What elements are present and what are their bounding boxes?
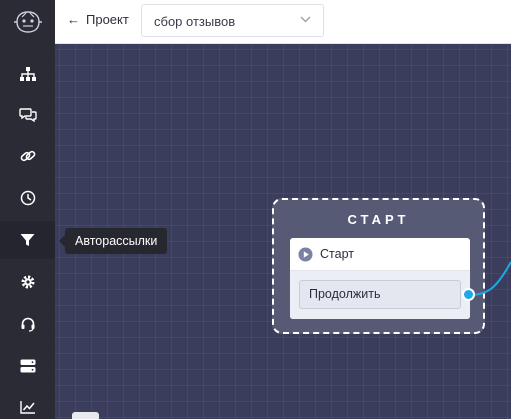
output-port[interactable] (462, 288, 475, 301)
project-select[interactable]: сбор отзывов (141, 4, 324, 37)
robot-logo-icon (13, 11, 42, 33)
sidebar-item-settings[interactable] (0, 263, 55, 301)
sidebar-tooltip: Авторассылки (58, 228, 168, 254)
start-block-title: СТАРТ (347, 212, 410, 227)
sidebar-item-chats[interactable] (0, 96, 55, 134)
chart-line-icon (19, 401, 35, 414)
project-select-value: сбор отзывов (154, 14, 236, 29)
start-node-label: Старт (320, 247, 354, 261)
sidebar-item-structure[interactable] (0, 55, 55, 93)
headset-icon (21, 317, 34, 332)
gear-icon (21, 275, 34, 289)
continue-button[interactable]: Продолжить (299, 280, 461, 309)
back-label: Проект (86, 12, 129, 27)
top-bar: ← Проект сбор отзывов (55, 0, 511, 44)
start-node-body: Продолжить (290, 271, 470, 319)
start-node-header: Старт (290, 238, 470, 271)
sidebar-item-support[interactable] (0, 305, 55, 343)
back-to-project-link[interactable]: ← Проект (67, 12, 129, 27)
filter-icon (20, 234, 35, 246)
chevron-down-icon (300, 16, 311, 23)
sidebar-item-analytics[interactable] (0, 388, 55, 419)
sidebar-item-autobroadcasts[interactable] (0, 221, 55, 259)
arrow-left-icon: ← (67, 12, 80, 27)
sidebar-item-links[interactable] (0, 137, 55, 175)
logo[interactable] (0, 0, 55, 44)
clock-icon (20, 190, 35, 206)
sidebar-item-servers[interactable] (0, 347, 55, 385)
start-node[interactable]: Старт Продолжить (290, 238, 470, 319)
sitemap-icon (19, 67, 36, 81)
start-block[interactable]: СТАРТ Старт Продолжить (272, 198, 485, 334)
chat-bubbles-icon (18, 108, 37, 123)
play-circle-icon (298, 247, 313, 261)
link-icon (20, 150, 35, 162)
sidebar (0, 0, 55, 419)
sidebar-item-schedule[interactable] (0, 179, 55, 217)
server-icon (20, 359, 35, 373)
canvas-bottom-handle[interactable] (72, 412, 99, 419)
